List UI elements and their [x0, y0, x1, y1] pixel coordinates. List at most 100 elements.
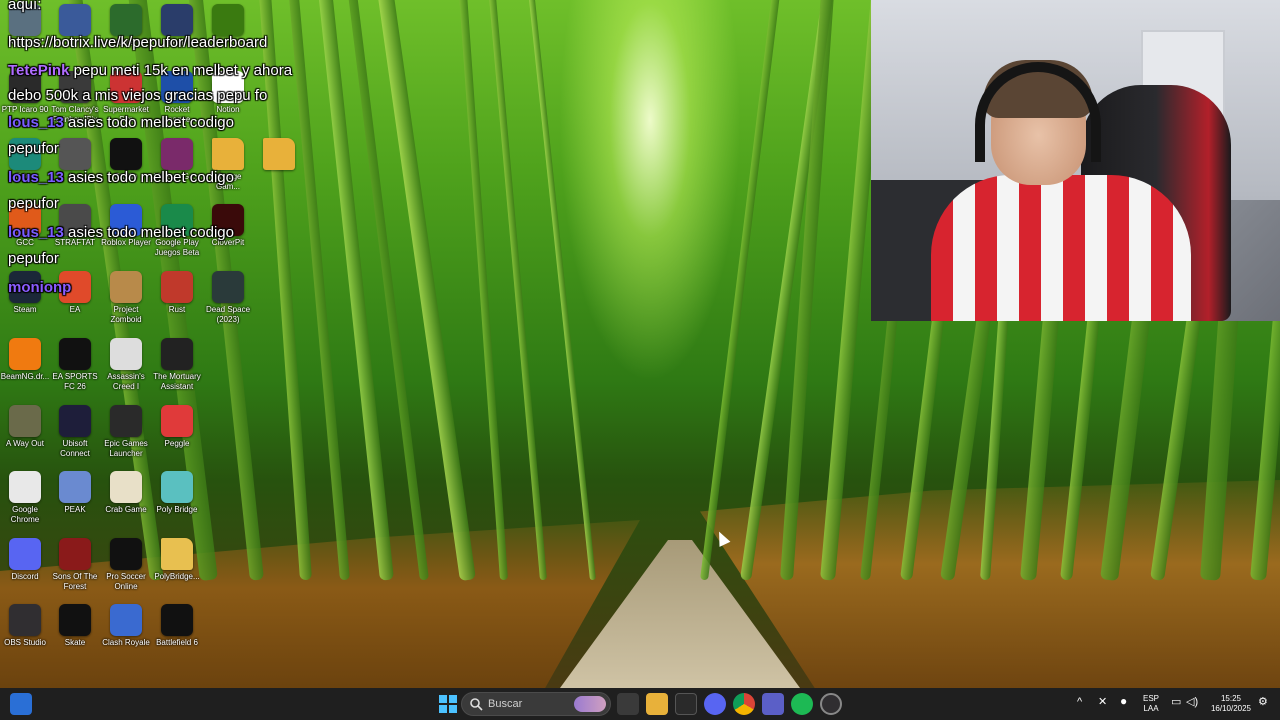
desktop-shortcut-label: PolyBridge...: [154, 572, 200, 581]
chat-line: pepufor: [8, 250, 59, 267]
desktop-shortcut-label: Epic Games Launcher: [104, 439, 148, 458]
counter-strike-icon: [59, 4, 91, 36]
peak-icon: [59, 471, 91, 503]
desktop-shortcut-label: Discord: [11, 572, 39, 581]
task-view-icon[interactable]: [617, 693, 639, 715]
notifications-icon[interactable]: ⚙: [1258, 697, 1268, 708]
obs-icon[interactable]: [820, 693, 842, 715]
desktop-shortcut-label: A Way Out: [6, 439, 44, 448]
desktop-shortcut[interactable]: A Way Out: [0, 405, 50, 449]
network-muted-icon[interactable]: ✕: [1098, 697, 1107, 708]
skate-icon: [59, 604, 91, 636]
language-line-2: LAA: [1143, 704, 1159, 713]
desktop-shortcut-label: Battlefield 6: [156, 638, 198, 647]
folder-icon: [263, 138, 295, 170]
language-indicator[interactable]: ESP LAA: [1143, 694, 1159, 714]
chat-line: lous_13 asies todo melbet codigo: [8, 114, 234, 131]
desktop-shortcut[interactable]: Discord: [0, 538, 50, 582]
desktop-shortcut[interactable]: Sons Of The Forest: [50, 538, 100, 592]
widgets-icon[interactable]: [10, 693, 32, 715]
bamboo-stalk: [317, 0, 394, 581]
bamboo-stalk: [700, 0, 782, 581]
search-highlight-icon: [574, 696, 606, 712]
desktop-shortcut[interactable]: Crab Game: [101, 471, 151, 515]
spotify-icon[interactable]: [791, 693, 813, 715]
desktop-shortcut-label: BeamNG.dr...: [0, 372, 50, 381]
desktop-shortcut[interactable]: Peggle: [152, 405, 202, 449]
desktop-shortcut-label: Ubisoft Connect: [60, 439, 90, 458]
desktop-shortcut[interactable]: OBS Studio: [0, 604, 50, 648]
desktop-shortcut-label: Clash Royale: [102, 638, 150, 647]
desktop-shortcut[interactable]: Project Zomboid: [101, 271, 151, 325]
clock[interactable]: 15:25 16/10/2025: [1206, 694, 1256, 714]
desktop-shortcut[interactable]: Google Chrome: [0, 471, 50, 525]
chat-username: lous_13: [8, 114, 64, 131]
desktop-shortcut[interactable]: Clash Royale: [101, 604, 151, 648]
desktop-shortcut[interactable]: [254, 138, 304, 172]
desktop-shortcut[interactable]: Skate: [50, 604, 100, 648]
desktop-shortcut[interactable]: BeamNG.dr...: [0, 338, 50, 382]
teams-icon[interactable]: [762, 693, 784, 715]
search-icon: [470, 698, 483, 711]
desktop-shortcut[interactable]: Dead Space (2023): [203, 271, 253, 325]
chat-message: pepu meti 15k en melbet y ahora: [73, 62, 293, 79]
peggle-icon: [161, 405, 193, 437]
microphone-icon[interactable]: ●: [1120, 695, 1127, 707]
desktop-shortcut-label: The Mortuary Assistant: [153, 372, 201, 391]
desktop-shortcut-label: OBS Studio: [4, 638, 46, 647]
start-button[interactable]: [437, 693, 459, 715]
microsoft-store-icon[interactable]: [675, 693, 697, 715]
chat-line: pepufor: [8, 195, 59, 212]
file-explorer-icon[interactable]: [646, 693, 668, 715]
app-icon: [59, 138, 91, 170]
chat-username: lous_13: [8, 169, 64, 186]
folder-icon: [161, 538, 193, 570]
desktop-shortcut-label: Rust: [168, 305, 186, 314]
chat-line: lous_13 asies todo melbet codigo: [8, 224, 234, 241]
clash-royale-icon: [110, 604, 142, 636]
taskbar: ^ ✕ ● ESP LAA ▭ ◁) 15:25 16/10/2025 ⚙: [0, 688, 1280, 720]
tray-overflow-chevron-icon[interactable]: ^: [1077, 697, 1082, 708]
discord-icon[interactable]: [704, 693, 726, 715]
desktop-shortcut-label: Google Chrome: [10, 505, 40, 524]
desktop-shortcut[interactable]: Assassin's Creed I: [101, 338, 151, 392]
volume-icon[interactable]: ◁): [1186, 697, 1198, 708]
desktop-shortcut[interactable]: Poly Bridge: [152, 471, 202, 515]
desktop-shortcut[interactable]: PEAK: [50, 471, 100, 515]
epic-games-icon: [110, 405, 142, 437]
dead-space-icon: [212, 271, 244, 303]
desktop-shortcut[interactable]: Pro Soccer Online: [101, 538, 151, 592]
clock-date: 16/10/2025: [1210, 704, 1252, 713]
display-icon[interactable]: ▭: [1171, 697, 1181, 708]
mortuary-assistant-icon: [161, 338, 193, 370]
desktop-shortcut-label: PEAK: [64, 505, 86, 514]
chat-message: debo 500k a mis viejos gracias pepu fo: [8, 87, 268, 104]
desktop-shortcut-label: Dead Space (2023): [205, 305, 251, 324]
desktop-shortcut[interactable]: Battlefield 6: [152, 604, 202, 648]
desktop-shortcut-label: Project Zomboid: [110, 305, 142, 324]
chat-message: asies todo melbet codigo: [68, 114, 234, 131]
search-input[interactable]: [488, 696, 578, 712]
desktop-shortcut[interactable]: Ubisoft Connect: [50, 405, 100, 459]
chrome-icon[interactable]: [733, 693, 755, 715]
desktop-shortcut[interactable]: EA SPORTS FC 26: [50, 338, 100, 392]
desktop-shortcut-label: Assassin's Creed I: [107, 372, 145, 391]
desktop-shortcut[interactable]: Rust: [152, 271, 202, 315]
chat-username: lous_13: [8, 224, 64, 241]
desktop-shortcut[interactable]: PolyBridge...: [152, 538, 202, 582]
a-way-out-icon: [9, 405, 41, 437]
desktop-shortcut[interactable]: Epic Games Launcher: [101, 405, 151, 459]
chat-message: asies todo melbet codigo: [68, 169, 234, 186]
chat-username: monionp: [8, 279, 72, 296]
studio-icon: [110, 138, 142, 170]
desktop-shortcut-label: Pro Soccer Online: [106, 572, 146, 591]
taskbar-search-box[interactable]: [461, 692, 611, 716]
webcam-overlay: [871, 0, 1280, 321]
desktop-shortcut[interactable]: The Mortuary Assistant: [152, 338, 202, 392]
desktop-shortcut[interactable]: [203, 4, 253, 38]
chat-line: aquí:: [8, 0, 41, 13]
chat-line: debo 500k a mis viejos gracias pepu fo: [8, 87, 267, 104]
poly-bridge-icon: [161, 471, 193, 503]
desktop-shortcut[interactable]: [50, 4, 100, 38]
chat-message: pepufor: [8, 195, 59, 212]
